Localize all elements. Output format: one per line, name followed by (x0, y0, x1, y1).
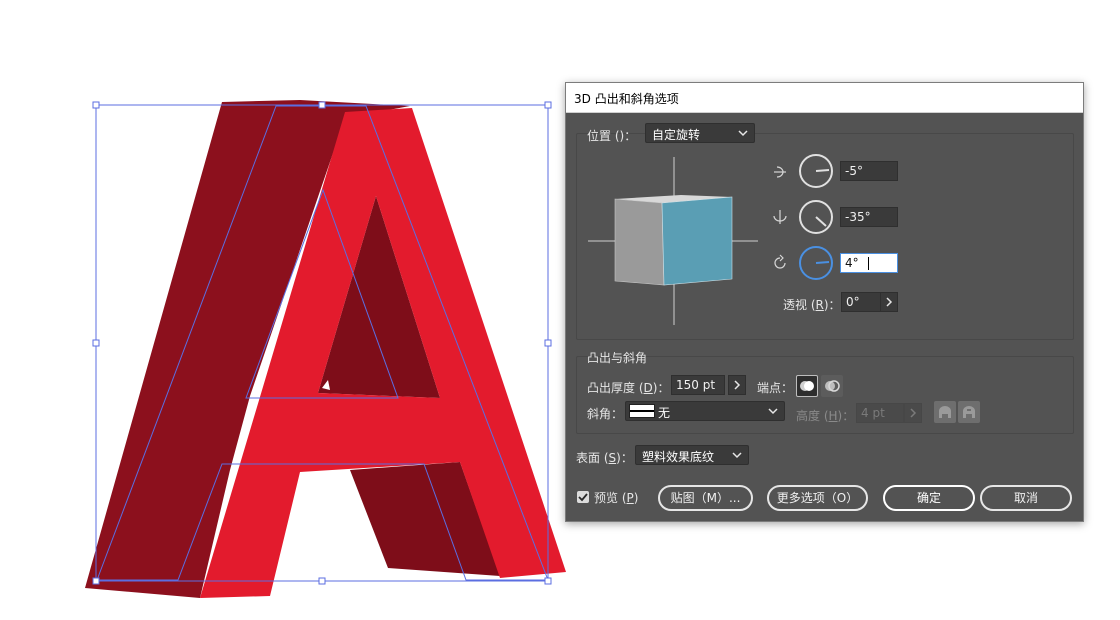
z-rotation-dial[interactable] (798, 245, 834, 281)
position-preset-select[interactable]: 自定旋转 (645, 123, 755, 143)
chevron-right-icon (886, 297, 893, 307)
position-label: 位置 ()： (587, 129, 637, 143)
bevel-extent-out-button (934, 401, 956, 423)
z-axis-rotate-icon (774, 254, 786, 269)
chevron-down-icon (732, 452, 742, 459)
x-rotation-dial[interactable] (798, 153, 834, 189)
surface-value: 塑料效果底纹 (642, 450, 715, 464)
z-rotation-field[interactable]: 4° (840, 253, 898, 273)
extrude-bevel-section-label: 凸出与斜角 (587, 351, 648, 365)
bevel-height-label: 高度 (H)： (796, 409, 855, 423)
cap-on-icon (800, 381, 814, 391)
map-art-button[interactable]: 贴图（M）... (658, 485, 753, 511)
checkmark-icon (578, 493, 588, 502)
ok-button[interactable]: 确定 (883, 485, 975, 511)
perspective-label: 透视 (R)： (783, 298, 841, 312)
extrude-depth-label: 凸出厚度 (D)： (587, 381, 670, 395)
x-rotation-field[interactable]: -5° (840, 161, 898, 181)
cube-front-face (661, 196, 733, 286)
surface-select[interactable]: 塑料效果底纹 (635, 445, 749, 465)
rotation-cube-preview[interactable] (586, 155, 762, 327)
chevron-right-icon (734, 380, 741, 390)
dialog-titlebar[interactable]: 3D 凸出和斜角选项 (566, 83, 1083, 113)
cube-side-face (614, 198, 665, 286)
bevel-none-swatch (629, 404, 655, 418)
dialog-title: 3D 凸出和斜角选项 (574, 92, 679, 106)
preview-label[interactable]: 预览 (P) (594, 489, 638, 506)
cap-on-button[interactable] (796, 375, 818, 397)
artwork-3d-letter-a[interactable] (0, 0, 620, 620)
position-preset-value: 自定旋转 (652, 128, 701, 142)
y-axis-rotate-icon (773, 210, 787, 224)
x-axis-rotate-icon (774, 166, 786, 178)
bevel-value: 无 (658, 406, 671, 420)
bevel-in-icon (963, 406, 975, 418)
bevel-label: 斜角： (587, 407, 624, 421)
chevron-right-icon (910, 408, 917, 418)
cap-off-button[interactable] (821, 375, 843, 397)
y-rotation-dial[interactable] (798, 199, 834, 235)
surface-label: 表面 (S)： (576, 451, 633, 465)
chevron-down-icon (768, 408, 778, 415)
perspective-field[interactable]: 0° (841, 292, 881, 312)
extrude-bevel-dialog: 3D 凸出和斜角选项 位置 ()： 自定旋转 -5° -35° 4° 透视 (R… (565, 82, 1084, 522)
more-options-button[interactable]: 更多选项（O） (767, 485, 868, 511)
perspective-slider-button[interactable] (880, 292, 898, 312)
chevron-down-icon (738, 130, 748, 137)
extrude-depth-slider-button[interactable] (728, 375, 746, 395)
cap-off-icon (825, 380, 840, 392)
bevel-height-field: 4 pt (856, 403, 904, 423)
y-rotation-field[interactable]: -35° (840, 207, 898, 227)
bevel-select[interactable]: 无 (625, 401, 785, 421)
bevel-height-slider-button (904, 403, 922, 423)
text-cursor (868, 257, 869, 270)
cancel-button[interactable]: 取消 (980, 485, 1072, 511)
preview-checkbox[interactable] (577, 491, 589, 503)
bevel-out-icon (939, 406, 951, 418)
cap-label: 端点： (757, 381, 794, 395)
extrude-depth-field[interactable]: 150 pt (671, 375, 725, 395)
bevel-extent-in-button (958, 401, 980, 423)
